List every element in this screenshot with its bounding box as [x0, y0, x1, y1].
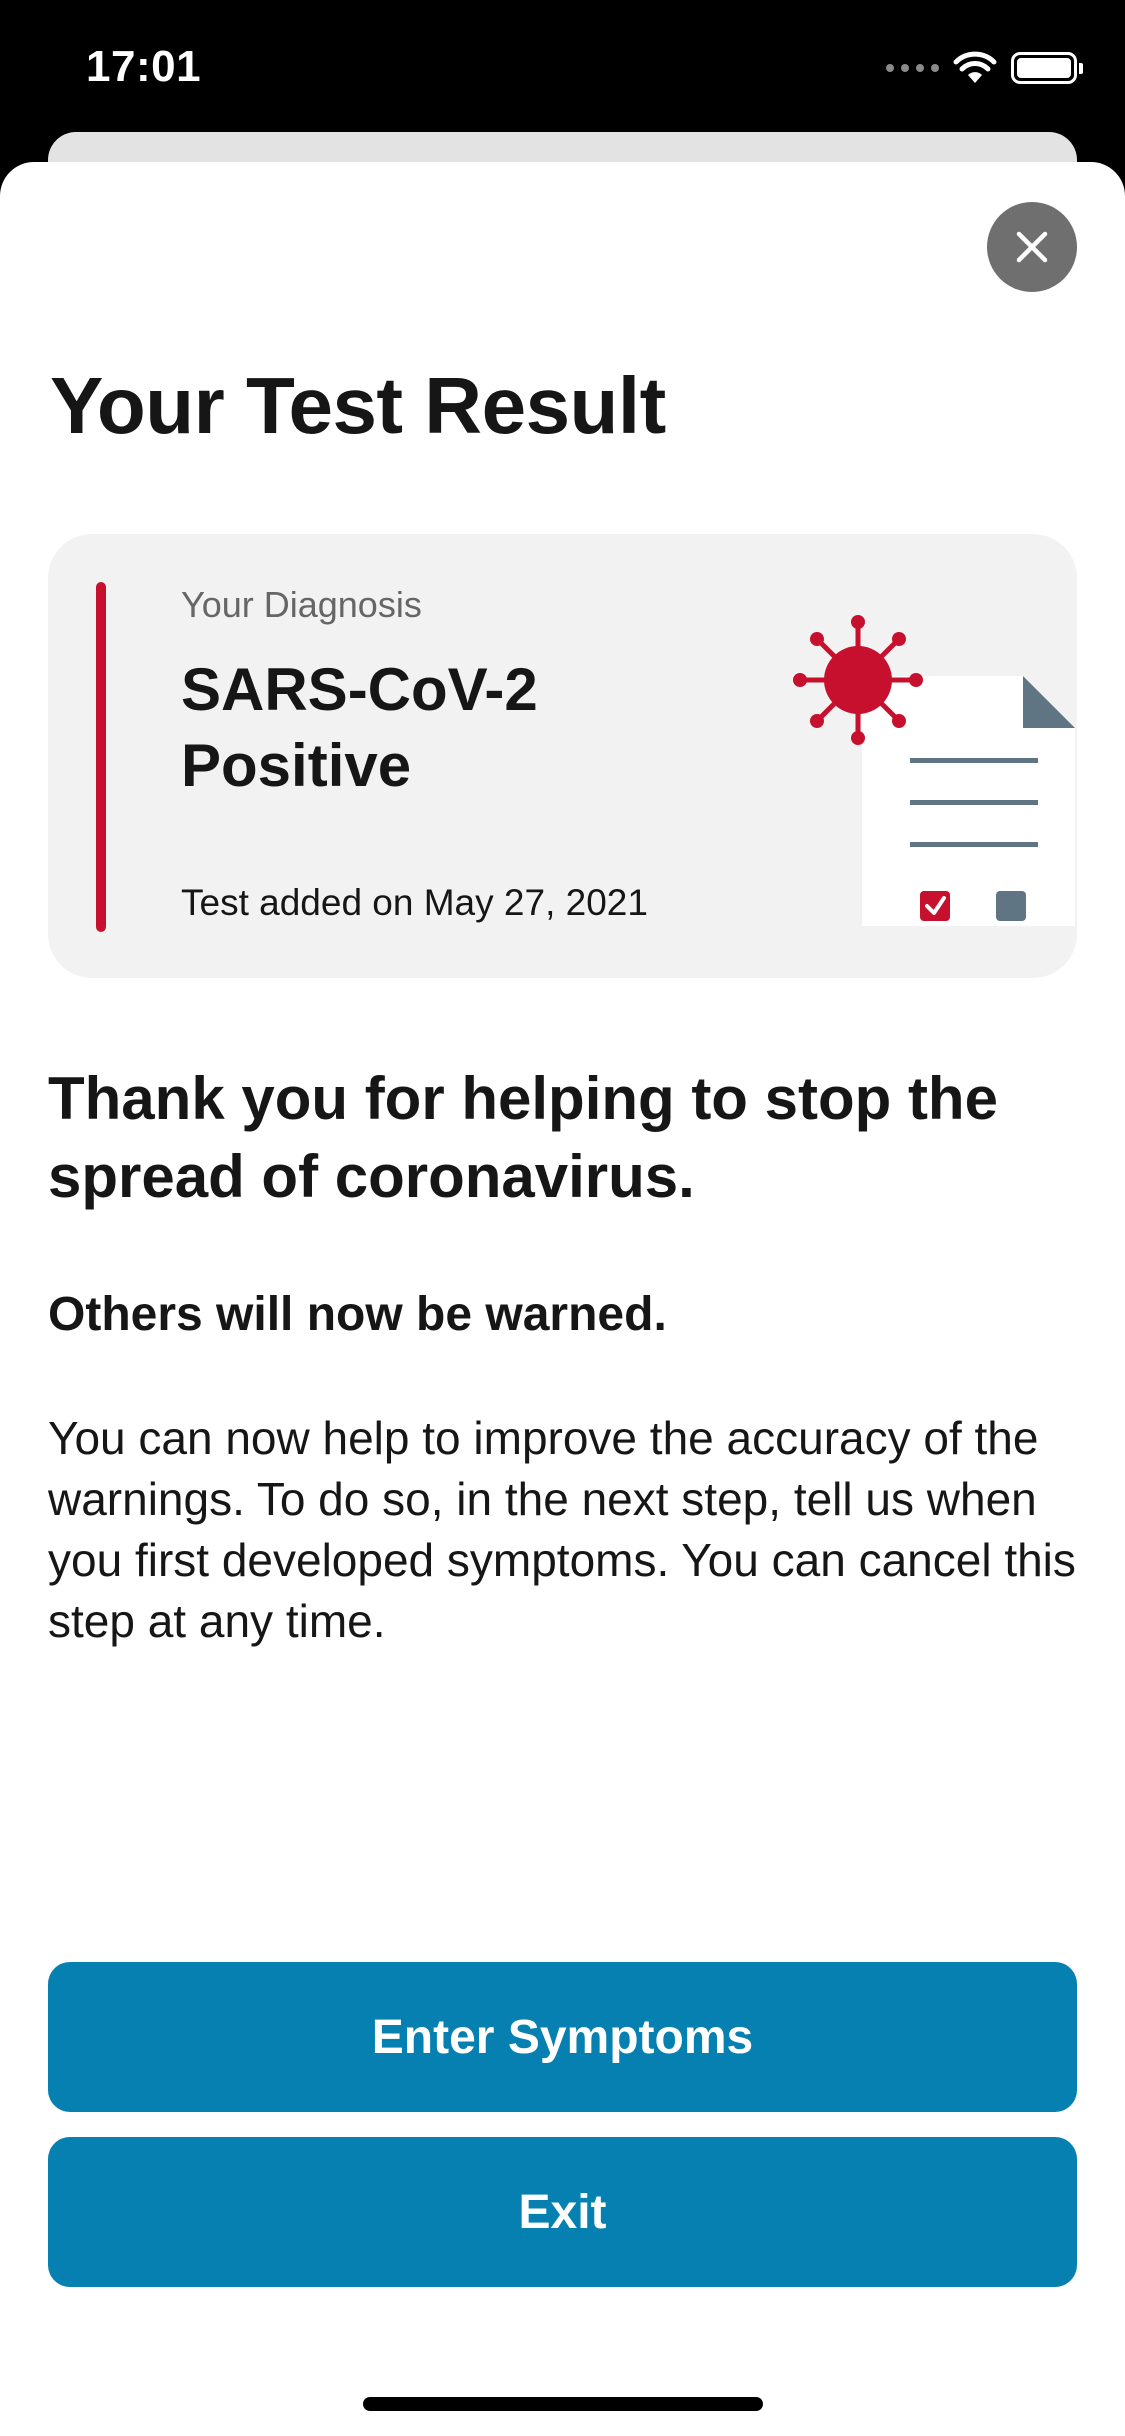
signal-dots-icon [886, 64, 939, 72]
exit-button[interactable]: Exit [48, 2137, 1077, 2287]
warned-subheading: Others will now be warned. [48, 1288, 667, 1341]
test-date: Test added on May 27, 2021 [181, 882, 648, 923]
page-title: Your Test Result [50, 361, 666, 450]
symptoms-explanation: You can now help to improve the accuracy… [48, 1412, 1076, 1647]
home-indicator[interactable] [363, 2397, 763, 2411]
result-accent-bar [96, 582, 106, 932]
virus-document-illustration [793, 615, 1075, 926]
status-time: 17:01 [86, 42, 202, 91]
status-icons [886, 48, 1083, 88]
diagnosis-value: SARS-CoV-2 Positive [181, 656, 538, 799]
status-bar: 17:01 [0, 0, 1125, 150]
battery-icon [1011, 52, 1083, 84]
wifi-icon [953, 51, 997, 83]
close-icon [1016, 231, 1048, 263]
diagnosis-label: Your Diagnosis [181, 584, 422, 625]
enter-symptoms-button[interactable]: Enter Symptoms [48, 1962, 1077, 2112]
thank-you-heading: Thank you for helping to stop the spread… [48, 1065, 998, 1210]
result-card: Your Diagnosis SARS-CoV-2 Positive Test … [48, 534, 1077, 978]
close-button[interactable] [987, 202, 1077, 292]
